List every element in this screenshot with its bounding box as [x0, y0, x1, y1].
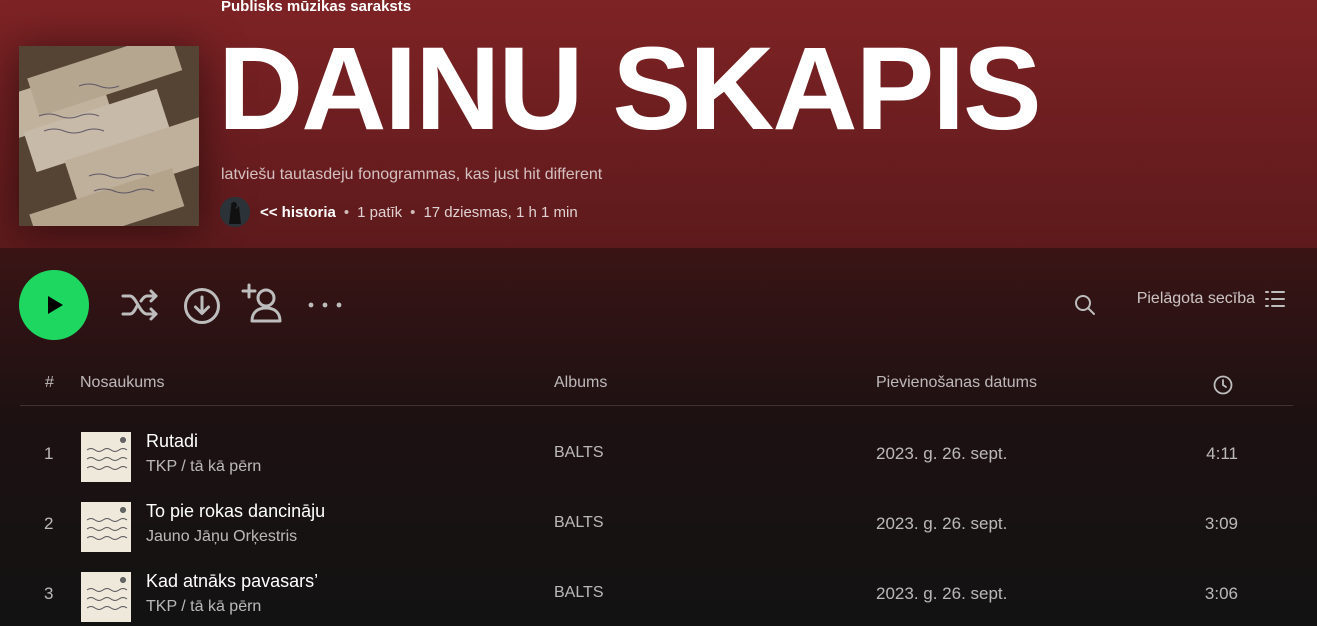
- track-row[interactable]: 2 To pie rokas dancināju Jauno Jāņu Orķe…: [20, 490, 1293, 560]
- meta-separator: •: [343, 203, 350, 221]
- track-album[interactable]: BALTS: [554, 444, 604, 462]
- playlist-header: Publisks mūzikas saraksts DAINU SKAPIS l…: [0, 0, 1317, 248]
- likes-count: 1 patīk: [357, 203, 403, 221]
- track-table-header: # Nosaukums Albums Pievienošanas datums: [20, 368, 1293, 406]
- track-thumbnail: [81, 572, 131, 622]
- col-title[interactable]: Nosaukums: [80, 374, 164, 392]
- playlist-type-label: Publisks mūzikas saraksts: [221, 0, 412, 15]
- track-artist[interactable]: TKP / tā kā pērn: [146, 458, 261, 476]
- play-icon: [48, 296, 63, 314]
- playlist-summary: 17 dziesmas, 1 h 1 min: [423, 203, 578, 221]
- track-number: 1: [44, 444, 54, 463]
- search-icon: [1075, 295, 1095, 315]
- download-button[interactable]: [182, 286, 222, 326]
- sort-label: Pielāgota secība: [1136, 290, 1255, 307]
- track-artist[interactable]: TKP / tā kā pērn: [146, 598, 261, 616]
- sort-button[interactable]: Pielāgota secība: [1137, 290, 1285, 308]
- playlist-description: latviešu tautasdeju fonogrammas, kas jus…: [221, 166, 603, 183]
- col-album[interactable]: Albums: [554, 374, 607, 392]
- track-duration: 3:06: [1204, 584, 1238, 603]
- track-date-added: 2023. g. 26. sept.: [876, 514, 1008, 533]
- track-row[interactable]: 1 Rutadi TKP / tā kā pērn BALTS 2023. g.…: [20, 420, 1293, 490]
- add-user-icon: [241, 283, 282, 323]
- track-album[interactable]: BALTS: [554, 514, 604, 532]
- owner-avatar[interactable]: [220, 197, 250, 227]
- play-button[interactable]: [19, 270, 89, 340]
- track-thumbnail: [81, 432, 131, 482]
- track-number: 3: [44, 584, 54, 603]
- track-number: 2: [44, 514, 54, 533]
- col-date-added[interactable]: Pievienošanas datums: [876, 374, 1037, 392]
- shuffle-button[interactable]: [118, 286, 162, 324]
- track-artist[interactable]: Jauno Jāņu Orķestris: [146, 528, 297, 546]
- track-date-added: 2023. g. 26. sept.: [876, 584, 1008, 603]
- track-title[interactable]: Kad atnāks pavasars’: [146, 571, 318, 592]
- track-title[interactable]: Rutadi: [146, 431, 198, 452]
- track-date-added: 2023. g. 26. sept.: [876, 444, 1008, 463]
- playlist-meta: << historia • 1 patīk • 17 dziesmas, 1 h…: [220, 197, 578, 227]
- more-options-button[interactable]: [306, 290, 344, 320]
- track-thumbnail: [81, 502, 131, 552]
- track-album[interactable]: BALTS: [554, 584, 604, 602]
- track-row[interactable]: 3 Kad atnāks pavasars’ TKP / tā kā pērn …: [20, 560, 1293, 626]
- list-icon: [1265, 291, 1285, 307]
- playlist-cover[interactable]: [19, 46, 199, 226]
- clock-icon: [1213, 375, 1233, 395]
- invite-collaborator-button[interactable]: [240, 282, 286, 326]
- owner-link[interactable]: << historia: [260, 204, 336, 221]
- meta-separator: •: [410, 203, 416, 221]
- playlist-search-button[interactable]: [1072, 292, 1098, 318]
- download-icon: [184, 288, 220, 324]
- col-number: #: [45, 374, 54, 391]
- more-icon: [308, 302, 342, 308]
- shuffle-icon: [121, 289, 158, 321]
- track-duration: 3:09: [1204, 514, 1238, 533]
- playlist-title[interactable]: DAINU SKAPIS: [218, 30, 1042, 148]
- playlist-content: Pielāgota secība # Nosaukums Albums Piev…: [0, 248, 1317, 626]
- track-duration: 4:11: [1206, 444, 1238, 463]
- col-duration[interactable]: [1213, 375, 1233, 400]
- track-title[interactable]: To pie rokas dancināju: [146, 501, 325, 522]
